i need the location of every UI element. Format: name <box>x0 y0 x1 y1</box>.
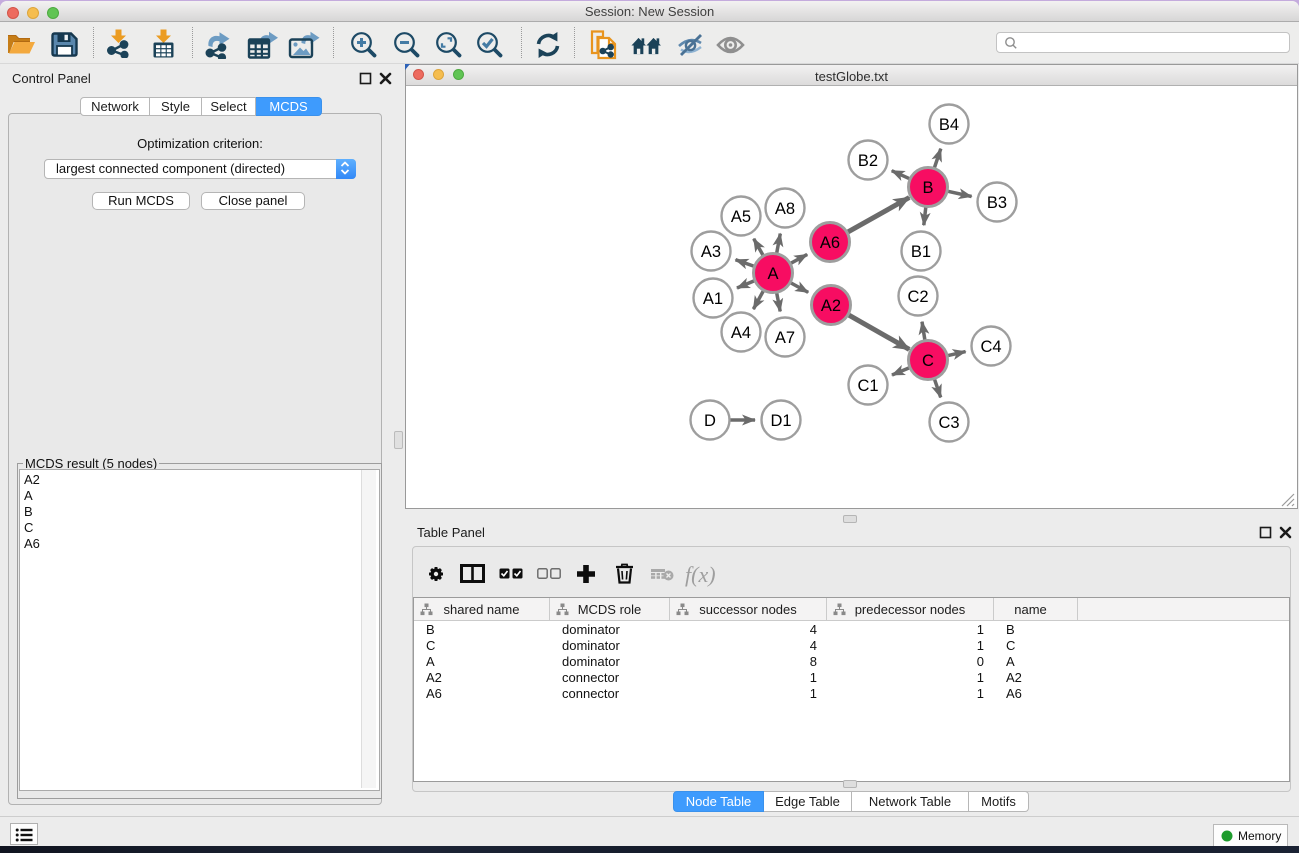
svg-text:C3: C3 <box>938 414 959 432</box>
svg-text:A7: A7 <box>775 329 795 347</box>
svg-text:B4: B4 <box>939 116 959 134</box>
svg-text:C4: C4 <box>980 338 1001 356</box>
svg-text:B3: B3 <box>987 194 1007 212</box>
svg-text:A6: A6 <box>820 234 840 252</box>
svg-text:B2: B2 <box>858 152 878 170</box>
svg-text:A1: A1 <box>703 290 723 308</box>
svg-text:A3: A3 <box>701 243 721 261</box>
svg-text:A: A <box>767 265 778 283</box>
svg-text:A5: A5 <box>731 208 751 226</box>
svg-text:A8: A8 <box>775 200 795 218</box>
svg-text:C: C <box>922 352 934 370</box>
svg-text:A2: A2 <box>821 297 841 315</box>
svg-text:D: D <box>704 412 716 430</box>
svg-text:D1: D1 <box>770 412 791 430</box>
svg-text:B: B <box>922 179 933 197</box>
svg-text:C2: C2 <box>907 288 928 306</box>
svg-text:A4: A4 <box>731 324 751 342</box>
svg-text:B1: B1 <box>911 243 931 261</box>
svg-text:C1: C1 <box>857 377 878 395</box>
